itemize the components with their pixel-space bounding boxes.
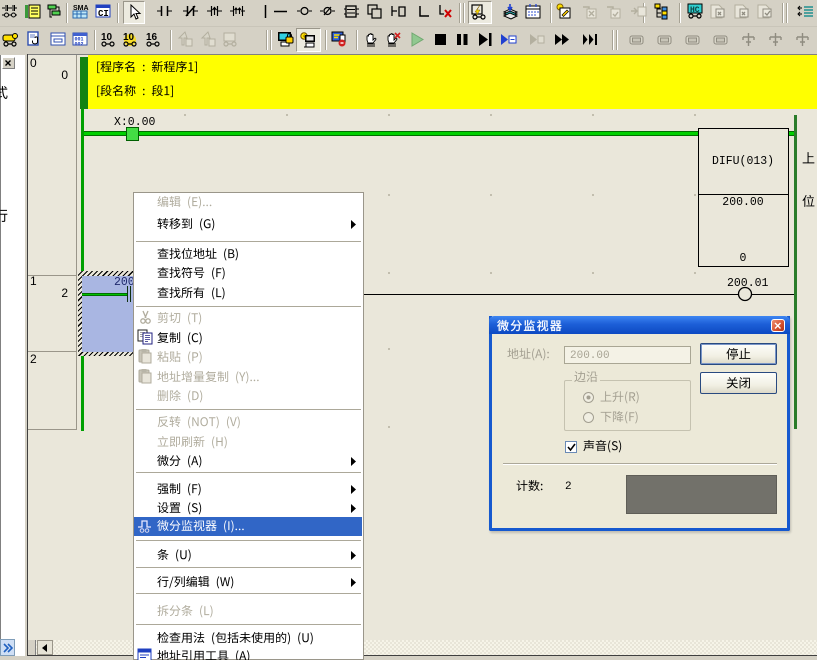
svg-text:10: 10 [101, 32, 113, 43]
svg-text:16: 16 [146, 32, 158, 43]
svg-text:10: 10 [123, 32, 135, 43]
svg-text:002: 002 [75, 42, 84, 48]
svg-text:CI: CI [98, 9, 109, 19]
